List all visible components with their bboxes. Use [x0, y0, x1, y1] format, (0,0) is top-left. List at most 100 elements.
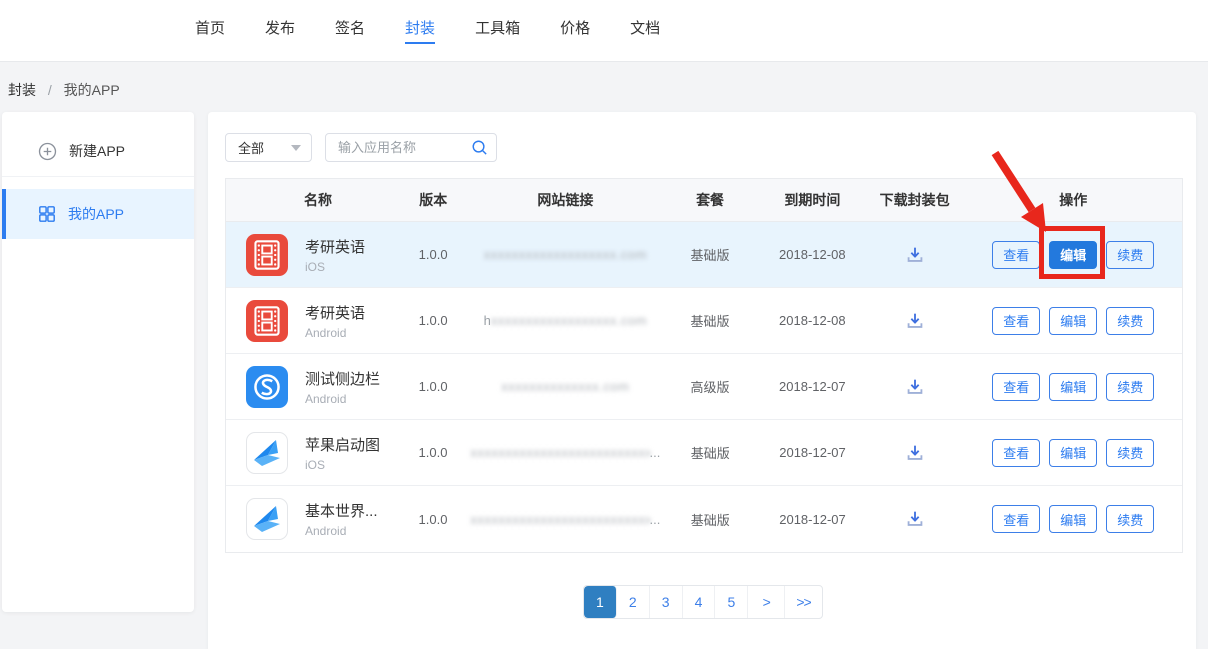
- expire-date: 2018-12-07: [760, 445, 865, 460]
- nav-tab-0[interactable]: 首页: [195, 17, 225, 44]
- page-button-4[interactable]: 4: [683, 586, 716, 618]
- expire-date: 2018-12-08: [760, 313, 865, 328]
- table-row: 考研英语Android1.0.0hxxxxxxxxxxxxxxxxxx.com基…: [226, 288, 1182, 354]
- film-app-icon: [246, 300, 288, 342]
- download-icon: [904, 244, 926, 266]
- download-package-button[interactable]: [904, 442, 926, 464]
- table-row: 苹果启动图iOS1.0.0xxxxxxxxxxxxxxxxxxxxxxxxxxx…: [226, 420, 1182, 486]
- page-button-3[interactable]: 3: [650, 586, 683, 618]
- renew-button[interactable]: 续费: [1106, 505, 1154, 533]
- view-button[interactable]: 查看: [992, 241, 1040, 269]
- sidebar-item-my-app[interactable]: 我的APP: [2, 189, 194, 239]
- nav-menu: 首页 发布 签名 封装 工具箱 价格 文档: [195, 17, 660, 44]
- download-package-button[interactable]: [904, 244, 926, 266]
- app-platform: iOS: [305, 260, 365, 274]
- nav-tab-5[interactable]: 价格: [560, 17, 590, 44]
- search-box: [325, 133, 497, 162]
- app-table: 名称版本网站链接套餐到期时间下载封装包操作 考研英语 iOS 1.0.0 xxxxxx…: [225, 178, 1183, 553]
- url-visible-suffix: ...: [650, 512, 661, 527]
- app-url: xxxxxxxxxxxxxxxxxxx.com: [471, 247, 661, 262]
- url-blurred-text: xxxxxxxxxxxxxxxxxxx.com: [484, 247, 647, 262]
- filter-selected-value: 全部: [238, 138, 264, 157]
- table-row: 基本世界...Android1.0.0xxxxxxxxxxxxxxxxxxxxx…: [226, 486, 1182, 552]
- app-name-cell: 苹果启动图iOS: [226, 432, 396, 474]
- app-icon: [246, 366, 288, 408]
- download-icon: [904, 376, 926, 398]
- actions-cell: 查看编辑续费: [965, 439, 1182, 467]
- nav-tab-3[interactable]: 封装: [405, 17, 435, 44]
- app-platform: Android: [305, 524, 378, 538]
- plan-badge: 基础版: [660, 311, 760, 330]
- edit-button[interactable]: 编辑: [1049, 241, 1097, 269]
- sidebar: 新建APP 我的APP: [2, 112, 194, 612]
- page-button-1[interactable]: 1: [584, 586, 617, 618]
- app-version: 1.0.0: [396, 247, 471, 262]
- app-icon: [246, 432, 288, 474]
- nav-tab-6[interactable]: 文档: [630, 17, 660, 44]
- app-url: xxxxxxxxxxxxxx.com: [471, 379, 661, 394]
- renew-button[interactable]: 续费: [1106, 307, 1154, 335]
- app-name: 考研英语: [305, 236, 365, 257]
- table-header-row: 名称版本网站链接套餐到期时间下载封装包操作: [226, 179, 1182, 222]
- edit-button[interactable]: 编辑: [1049, 505, 1097, 533]
- edit-button[interactable]: 编辑: [1049, 439, 1097, 467]
- nav-tab-2[interactable]: 签名: [335, 17, 365, 44]
- download-icon: [904, 508, 926, 530]
- renew-button[interactable]: 续费: [1106, 439, 1154, 467]
- app-name: 苹果启动图: [305, 434, 380, 455]
- view-button[interactable]: 查看: [992, 307, 1040, 335]
- app-name-cell: 基本世界... Android: [226, 498, 396, 540]
- column-header-2: 网站链接: [471, 190, 661, 210]
- download-package-button[interactable]: [904, 376, 926, 398]
- app-name: 基本世界...: [305, 500, 378, 521]
- download-package-button[interactable]: [904, 508, 926, 530]
- view-button[interactable]: 查看: [992, 439, 1040, 467]
- app-name-cell: 测试侧边栏Android: [226, 366, 396, 408]
- edit-button[interactable]: 编辑: [1049, 307, 1097, 335]
- last-page-button[interactable]: >>: [785, 586, 822, 618]
- url-visible-suffix: ...: [650, 445, 661, 460]
- expire-date: 2018-12-07: [760, 379, 865, 394]
- plan-badge: 基础版: [660, 510, 760, 529]
- filter-select[interactable]: 全部: [225, 133, 312, 162]
- page-button-5[interactable]: 5: [715, 586, 748, 618]
- app-icon: [246, 234, 288, 276]
- download-package-button[interactable]: [904, 310, 926, 332]
- origami-bird-app-icon: [247, 499, 287, 539]
- url-blurred-text: xxxxxxxxxxxxxxxxxxxxxxxxxxxx_x: [470, 445, 649, 460]
- caret-down-icon: [291, 145, 301, 151]
- nav-tab-4[interactable]: 工具箱: [475, 17, 520, 44]
- breadcrumb-section[interactable]: 封装: [8, 82, 36, 98]
- plan-badge: 基础版: [660, 443, 760, 462]
- download-icon: [904, 310, 926, 332]
- renew-button[interactable]: 续费: [1106, 373, 1154, 401]
- grid-icon: [38, 205, 56, 223]
- url-visible-prefix: h: [484, 313, 491, 328]
- renew-button[interactable]: 续费: [1106, 241, 1154, 269]
- page-button-2[interactable]: 2: [617, 586, 650, 618]
- next-page-button[interactable]: >: [748, 586, 785, 618]
- app-icon: [246, 300, 288, 342]
- sidebar-item-new-app[interactable]: 新建APP: [2, 126, 194, 177]
- column-header-4: 到期时间: [760, 190, 865, 210]
- pagination: 12345>>>: [583, 585, 823, 619]
- url-blurred-text: xxxxxxxxxxxxxx.com: [501, 379, 629, 394]
- plan-badge: 基础版: [660, 245, 760, 264]
- table-row: 考研英语iOS1.0.0xxxxxxxxxxxxxxxxxxx.com基础版20…: [226, 222, 1182, 288]
- edit-button[interactable]: 编辑: [1049, 373, 1097, 401]
- screen: 首页发布签名封装工具箱价格文档 封装 / 我的APP 新建APP 我的APP 全…: [0, 0, 1208, 649]
- nav-tab-1[interactable]: 发布: [265, 17, 295, 44]
- column-header-6: 操作: [964, 190, 1182, 210]
- app-platform: Android: [305, 326, 365, 340]
- plus-circle-icon: [38, 142, 57, 161]
- table-row: 测试侧边栏Android1.0.0xxxxxxxxxxxxxx.com高级版20…: [226, 354, 1182, 420]
- search-icon[interactable]: [470, 138, 489, 162]
- actions-cell: 查看编辑续费: [965, 505, 1182, 533]
- view-button[interactable]: 查看: [992, 505, 1040, 533]
- app-name: 测试侧边栏: [305, 368, 380, 389]
- table-body: 考研英语iOS1.0.0xxxxxxxxxxxxxxxxxxx.com基础版20…: [226, 222, 1182, 552]
- app-name: 考研英语: [305, 302, 365, 323]
- app-url: hxxxxxxxxxxxxxxxxxx.com: [471, 313, 661, 328]
- s-logo-app-icon: [246, 366, 288, 408]
- view-button[interactable]: 查看: [992, 373, 1040, 401]
